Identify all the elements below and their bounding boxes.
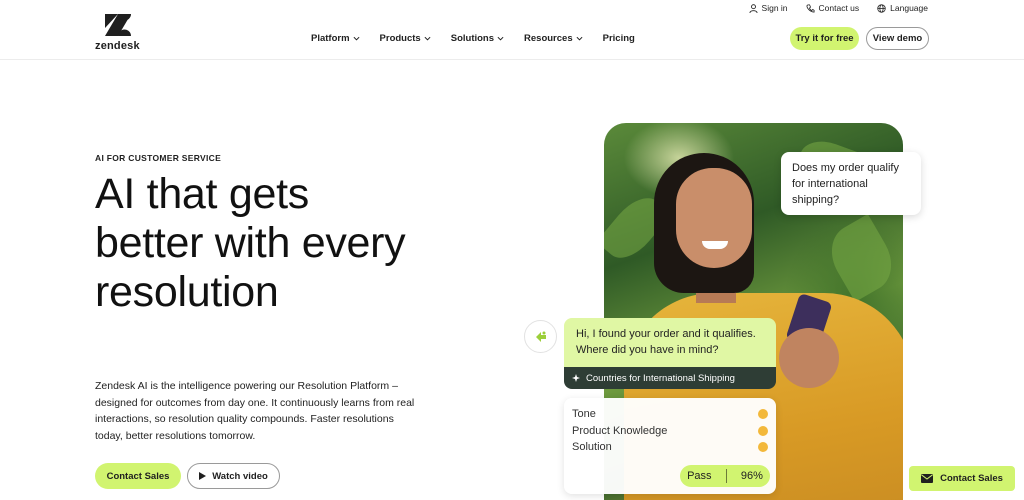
watch-video-button[interactable]: Watch video: [187, 463, 280, 489]
score-row: Tone: [572, 406, 768, 423]
hero-headline: AI that gets better with every resolutio…: [95, 170, 406, 316]
person-smile: [702, 241, 728, 249]
chevron-down-icon: [576, 36, 583, 41]
floating-contact-label: Contact Sales: [940, 473, 1003, 484]
nav-label: Products: [379, 33, 421, 44]
bot-reply-bubble: Hi, I found your order and it qualifies.…: [564, 318, 776, 367]
divider: [725, 469, 727, 483]
score-label: Tone: [572, 408, 596, 420]
person-hand: [779, 328, 839, 388]
nav-label: Platform: [311, 33, 350, 44]
knowledge-source-tag: Countries for International Shipping: [564, 367, 776, 389]
chevron-down-icon: [353, 36, 360, 41]
foliage: [820, 213, 903, 303]
user-icon: [748, 3, 758, 13]
sparkle-icon: [572, 374, 580, 382]
sign-in-link[interactable]: Sign in: [748, 3, 788, 13]
floating-contact-sales-button[interactable]: Contact Sales: [909, 466, 1015, 491]
ai-agent-icon: [535, 331, 546, 342]
nav-item-resources[interactable]: Resources: [524, 33, 583, 44]
contact-us-label: Contact us: [818, 3, 860, 13]
chevron-down-icon: [424, 36, 431, 41]
smiley-icon: [758, 425, 768, 436]
nav-item-platform[interactable]: Platform: [311, 33, 360, 44]
hero-eyebrow: AI FOR CUSTOMER SERVICE: [95, 153, 222, 163]
person-face: [676, 168, 752, 268]
result-score: 96%: [740, 469, 763, 482]
nav-label: Solutions: [450, 33, 495, 44]
language-label: Language: [890, 3, 928, 13]
language-selector[interactable]: Language: [877, 3, 928, 13]
sign-in-label: Sign in: [761, 3, 788, 13]
watch-video-label: Watch video: [212, 470, 268, 482]
mail-icon: [921, 474, 934, 483]
try-it-free-button[interactable]: Try it for free: [790, 27, 859, 50]
customer-message-bubble: Does my order qualify for international …: [781, 152, 921, 215]
nav-item-pricing[interactable]: Pricing: [603, 33, 635, 44]
score-row: Solution: [572, 439, 768, 456]
result-label: Pass: [687, 469, 712, 482]
contact-us-link[interactable]: Contact us: [806, 3, 860, 13]
score-row: Product Knowledge: [572, 423, 768, 440]
globe-icon: [877, 3, 886, 13]
smiley-icon: [758, 409, 768, 420]
zendesk-logo[interactable]: zendesk: [95, 14, 145, 52]
nav-label: Pricing: [602, 33, 635, 44]
score-label: Solution: [572, 441, 612, 453]
utility-nav: Sign in Contact us Language: [748, 3, 928, 13]
score-label: Product Knowledge: [572, 424, 668, 437]
contact-sales-button[interactable]: Contact Sales: [95, 463, 181, 489]
zendesk-z-icon: [105, 14, 131, 36]
brand-name: zendesk: [95, 40, 140, 52]
bot-avatar: [524, 320, 557, 353]
nav-label: Resources: [524, 33, 573, 44]
view-demo-button[interactable]: View demo: [866, 27, 929, 50]
result-pill: Pass 96%: [680, 465, 770, 487]
source-tag-label: Countries for International Shipping: [586, 372, 735, 384]
phone-icon: [806, 3, 815, 13]
chevron-down-icon: [497, 36, 504, 41]
nav-item-solutions[interactable]: Solutions: [451, 33, 504, 44]
play-icon: [199, 472, 207, 480]
nav-item-products[interactable]: Products: [380, 33, 431, 44]
smiley-icon: [758, 442, 768, 453]
quality-score-card: Tone Product Knowledge Solution Pass 96%: [564, 398, 776, 494]
site-header: zendesk Sign in Contact us Language Plat…: [0, 0, 1024, 60]
hero-description: Zendesk AI is the intelligence powering …: [95, 380, 415, 442]
main-nav: Platform Products Solutions Resources Pr…: [311, 33, 635, 44]
